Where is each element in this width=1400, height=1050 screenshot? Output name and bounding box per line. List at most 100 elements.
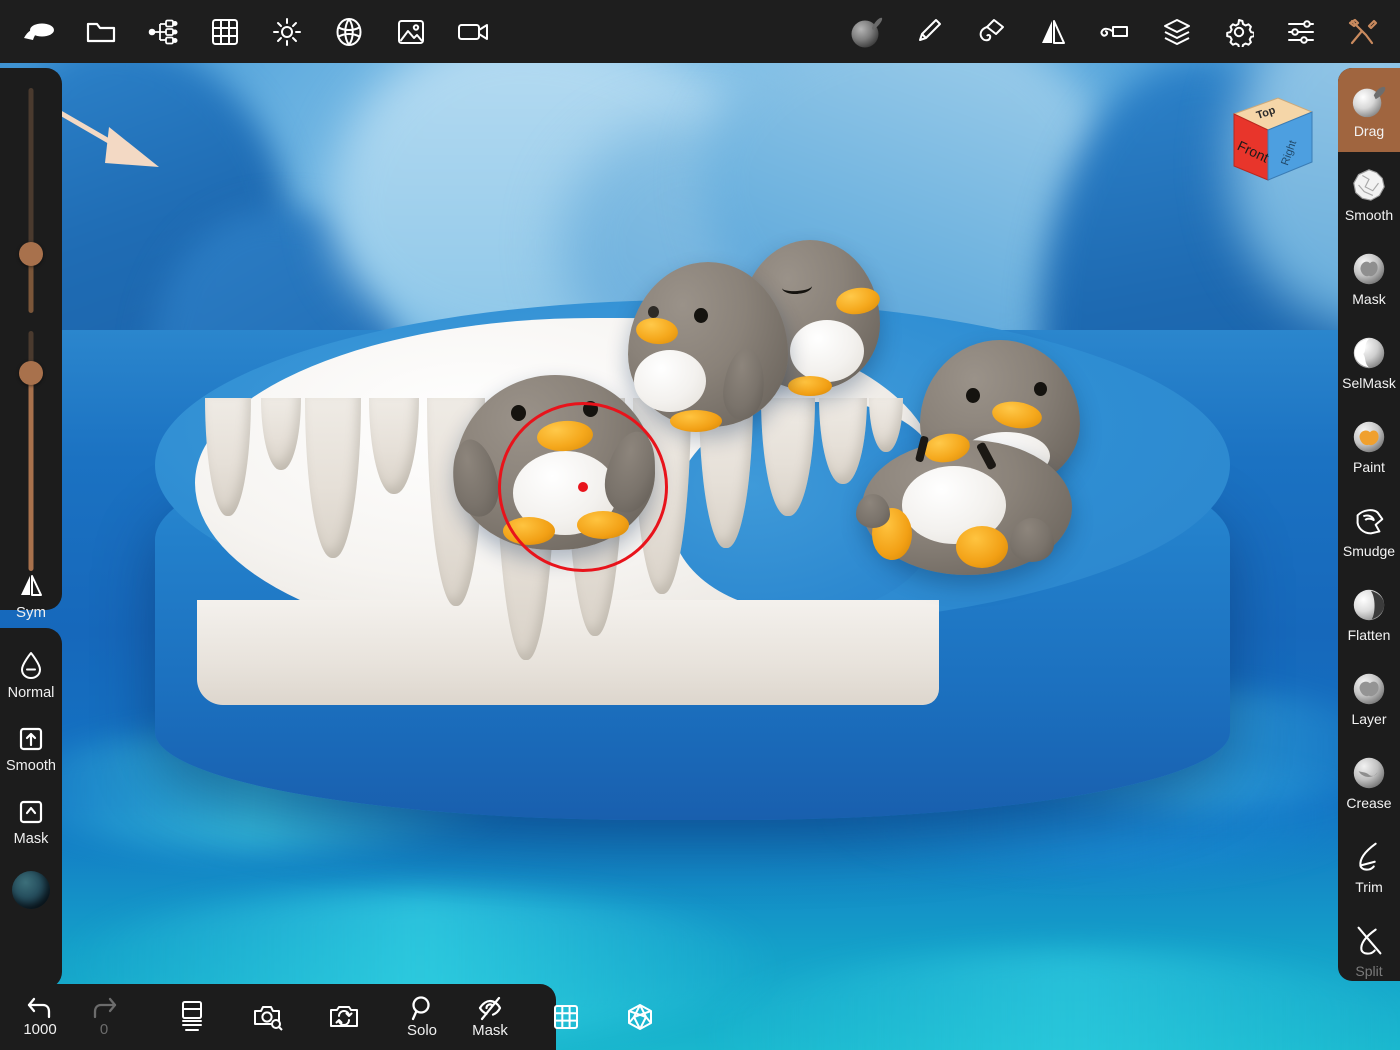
smooth-brush-icon [1350, 166, 1388, 204]
tool-layer[interactable]: Layer [1338, 656, 1400, 740]
symmetry-icon[interactable] [1022, 3, 1084, 61]
mask-brush-icon [1350, 250, 1388, 288]
split-icon [1350, 922, 1388, 960]
tool-selmask-label: SelMask [1342, 375, 1396, 391]
water-highlight [700, 950, 1400, 1050]
lighting-icon[interactable] [256, 3, 318, 61]
tool-trim-label: Trim [1355, 879, 1382, 895]
view-cube[interactable]: Top Front Right [1222, 92, 1318, 188]
top-toolbar-left-group [8, 3, 504, 61]
top-toolbar-right-group [836, 3, 1394, 61]
penguin-eye [1034, 382, 1047, 396]
slider-track-remaining [29, 373, 34, 571]
layers-icon[interactable] [1146, 3, 1208, 61]
tool-mask[interactable]: Mask [1338, 236, 1400, 320]
falloff-smooth-button[interactable]: Smooth [6, 725, 56, 774]
tools-icon[interactable] [1332, 3, 1394, 61]
square-caret-icon [17, 798, 45, 826]
penguin-eye [966, 388, 980, 403]
penguin-right-lying [862, 440, 1072, 575]
solo-label: Solo [407, 1023, 437, 1040]
viewport-3d-canvas[interactable]: Top Front Right [0, 0, 1400, 1050]
multires-button[interactable] [166, 1000, 218, 1034]
matcap-swatch[interactable] [12, 871, 50, 909]
intensity-slider[interactable] [11, 331, 51, 571]
background-image-icon[interactable] [380, 3, 442, 61]
multires-icon [177, 1000, 207, 1034]
tool-smooth[interactable]: Smooth [1338, 152, 1400, 236]
penguin-foot [503, 517, 555, 545]
penguin-eye [511, 405, 526, 421]
radius-slider[interactable] [11, 88, 51, 313]
mask-visibility-label: Mask [472, 1023, 508, 1040]
redo-count: 0 [100, 1022, 108, 1039]
penguin-eye [694, 308, 708, 323]
right-tool-rail: Drag Smooth Mask [1338, 68, 1400, 981]
falloff-smooth-label: Smooth [6, 758, 56, 774]
redo-icon [89, 995, 119, 1021]
stamp-icon[interactable] [960, 3, 1022, 61]
sliders-icon[interactable] [1270, 3, 1332, 61]
folder-icon[interactable] [70, 3, 132, 61]
penguin-belly [790, 320, 864, 382]
falloff-normal-button[interactable]: Normal [8, 650, 55, 701]
tool-selmask[interactable]: SelMask [1338, 320, 1400, 404]
tool-smudge[interactable]: Smudge [1338, 488, 1400, 572]
penguin-foot [788, 376, 832, 396]
solo-button[interactable]: Solo [396, 994, 448, 1040]
tool-crease-label: Crease [1346, 795, 1391, 811]
penguin-wing [856, 494, 890, 528]
penguin-front-center [455, 375, 655, 550]
melting-drip-band [197, 600, 939, 705]
wireframe-toggle-button[interactable] [614, 1002, 666, 1032]
settings-icon[interactable] [1208, 3, 1270, 61]
undo-button[interactable]: 1000 [14, 995, 66, 1039]
grid-icon [552, 1003, 580, 1031]
material-sphere-icon[interactable] [836, 3, 898, 61]
topology-grid-icon[interactable] [194, 3, 256, 61]
scene-graph-icon[interactable] [132, 3, 194, 61]
radius-slider-knob[interactable] [19, 242, 43, 266]
app-logo-icon[interactable] [8, 3, 70, 61]
camera-switch-button[interactable] [318, 1003, 370, 1031]
square-up-arrow-icon [17, 725, 45, 753]
tool-trim[interactable]: Trim [1338, 824, 1400, 908]
brush-center-dot [578, 482, 588, 492]
tool-drag[interactable]: Drag [1338, 68, 1400, 152]
crease-brush-icon [1350, 754, 1388, 792]
left-falloff-panel: Normal Smooth Mask [0, 628, 62, 988]
magnifier-icon [408, 994, 436, 1022]
symmetry-toggle[interactable]: Sym [16, 571, 46, 621]
tool-smudge-label: Smudge [1343, 543, 1395, 559]
tool-crease[interactable]: Crease [1338, 740, 1400, 824]
stroke-icon[interactable] [1084, 3, 1146, 61]
falloff-normal-label: Normal [8, 685, 55, 701]
intensity-slider-knob[interactable] [19, 361, 43, 385]
tool-flatten[interactable]: Flatten [1338, 572, 1400, 656]
penguin-foot [956, 526, 1008, 568]
tool-paint-label: Paint [1353, 459, 1385, 475]
screenshot-button[interactable] [242, 1002, 294, 1032]
falloff-mask-label: Mask [14, 831, 49, 847]
left-slider-panel: Sym [0, 68, 62, 610]
flatten-brush-icon [1350, 586, 1388, 624]
drag-brush-icon [1350, 82, 1388, 120]
mask-visibility-button[interactable]: Mask [464, 994, 516, 1040]
tool-split[interactable]: Split [1338, 908, 1400, 981]
post-process-icon[interactable] [318, 3, 380, 61]
polyhedron-icon [625, 1002, 655, 1032]
falloff-mask-button[interactable]: Mask [14, 798, 49, 847]
penguin-wing [1010, 518, 1054, 562]
redo-button[interactable]: 0 [78, 995, 130, 1039]
grid-toggle-button[interactable] [540, 1003, 592, 1031]
tool-mask-label: Mask [1352, 291, 1385, 307]
penguin-eye [583, 401, 598, 417]
tool-drag-label: Drag [1354, 123, 1384, 139]
droplet-minus-icon [18, 650, 44, 680]
bottom-toolbar: 1000 0 [0, 984, 556, 1050]
brush-icon[interactable] [898, 3, 960, 61]
camera-icon[interactable] [442, 3, 504, 61]
tool-paint[interactable]: Paint [1338, 404, 1400, 488]
tool-split-label: Split [1355, 963, 1382, 979]
penguin-eye [648, 306, 659, 318]
